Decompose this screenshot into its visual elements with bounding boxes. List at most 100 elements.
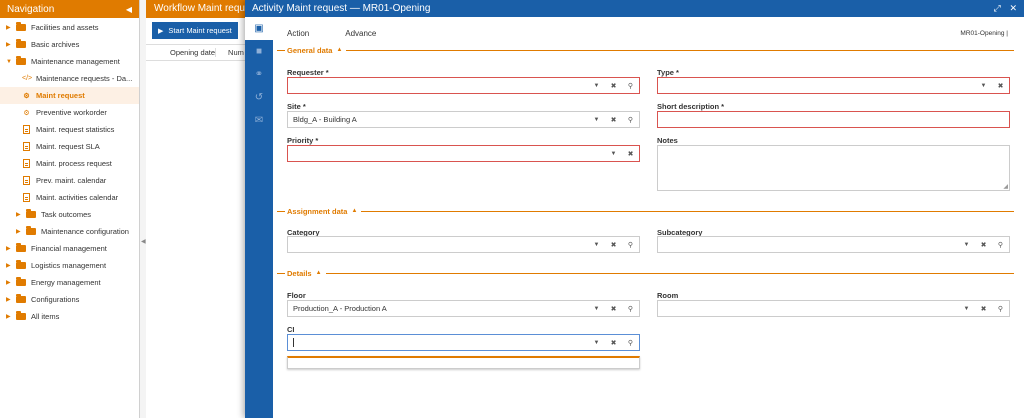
- notes-textarea[interactable]: ◢: [657, 145, 1010, 191]
- workflow-table-header: Opening date Num: [146, 44, 246, 61]
- type-combo[interactable]: ▼ ✖: [657, 77, 1010, 94]
- activity-modal: Activity Maint request — MR01-Opening ⤢ …: [245, 0, 1024, 418]
- chevron-right-icon[interactable]: ▶: [6, 245, 13, 252]
- nav-item-maint-request[interactable]: ⚙ Maint request: [0, 87, 139, 104]
- floor-combo[interactable]: Production_A - Production A ▼ ✖ ⚲: [287, 300, 640, 317]
- nav-item-facilities[interactable]: ▶ Facilities and assets: [0, 19, 139, 36]
- search-icon[interactable]: ⚲: [992, 305, 1009, 313]
- nav-item-financial-management[interactable]: ▶ Financial management: [0, 240, 139, 257]
- room-combo[interactable]: ▼ ✖ ⚲: [657, 300, 1010, 317]
- relations-tab-icon[interactable]: ⚭: [245, 63, 273, 86]
- search-icon[interactable]: ⚲: [622, 305, 639, 313]
- nav-item-basic-archives[interactable]: ▶ Basic archives: [0, 36, 139, 53]
- column-header-opening-date[interactable]: Opening date: [146, 48, 215, 57]
- chevron-right-icon[interactable]: ▶: [16, 228, 23, 235]
- nav-item-all-items[interactable]: ▶ All items: [0, 308, 139, 325]
- clear-icon[interactable]: ✖: [975, 305, 992, 313]
- chevron-down-icon[interactable]: ▼: [975, 83, 992, 89]
- chevron-down-icon[interactable]: ▼: [958, 306, 975, 312]
- clear-icon[interactable]: ✖: [992, 82, 1009, 90]
- history-tab-icon[interactable]: ↺: [245, 86, 273, 109]
- chevron-right-icon[interactable]: ▶: [6, 279, 13, 286]
- nav-item-configurations[interactable]: ▶ Configurations: [0, 291, 139, 308]
- chevron-down-icon[interactable]: ▼: [588, 340, 605, 346]
- start-maint-request-button[interactable]: ▶ Start Maint request: [152, 22, 238, 39]
- nav-item-energy-management[interactable]: ▶ Energy management: [0, 274, 139, 291]
- chevron-down-icon[interactable]: ▼: [605, 151, 622, 157]
- notes-label: Notes: [657, 136, 678, 145]
- nav-item-maint-process-request[interactable]: Maint. process request: [0, 155, 139, 172]
- notes-tab-icon[interactable]: ■: [245, 40, 273, 63]
- chevron-up-icon[interactable]: ▲: [316, 270, 322, 276]
- chevron-right-icon[interactable]: ▶: [6, 41, 13, 48]
- subcategory-combo[interactable]: ▼ ✖ ⚲: [657, 236, 1010, 253]
- chevron-down-icon[interactable]: ▼: [588, 83, 605, 89]
- search-icon[interactable]: ⚲: [622, 241, 639, 249]
- clear-icon[interactable]: ✖: [605, 82, 622, 90]
- clear-icon[interactable]: ✖: [605, 241, 622, 249]
- section-title: Details: [287, 268, 312, 278]
- column-header-number[interactable]: Num: [215, 48, 244, 57]
- nav-item-maintenance-configuration[interactable]: ▶ Maintenance configuration: [0, 223, 139, 240]
- chevron-right-icon[interactable]: ▶: [6, 313, 13, 320]
- ci-dropdown-list[interactable]: [287, 356, 640, 369]
- gear-icon: ⚙: [23, 92, 30, 100]
- section-assignment-data[interactable]: Assignment data ▲: [277, 206, 1014, 216]
- chevron-down-icon[interactable]: ▼: [588, 242, 605, 248]
- folder-icon: [26, 226, 36, 235]
- section-details[interactable]: Details ▲: [277, 268, 1014, 278]
- chevron-right-icon[interactable]: ▶: [6, 296, 13, 303]
- clear-icon[interactable]: ✖: [605, 116, 622, 124]
- maximize-icon[interactable]: ⤢: [993, 3, 1000, 13]
- short-description-input[interactable]: [657, 111, 1010, 128]
- search-icon[interactable]: ⚲: [992, 241, 1009, 249]
- clear-icon[interactable]: ✖: [622, 150, 639, 158]
- chevron-right-icon[interactable]: ▶: [6, 24, 13, 31]
- chevron-down-icon[interactable]: ▼: [6, 59, 13, 65]
- search-icon[interactable]: ⚲: [622, 116, 639, 124]
- report-icon: [23, 159, 30, 168]
- nav-item-task-outcomes[interactable]: ▶ Task outcomes: [0, 206, 139, 223]
- nav-item-prev-maint-calendar[interactable]: Prev. maint. calendar: [0, 172, 139, 189]
- nav-item-logistics-management[interactable]: ▶ Logistics management: [0, 257, 139, 274]
- modal-side-rail: ▣ ■ ⚭ ↺ ✉: [245, 17, 273, 418]
- chevron-down-icon[interactable]: ▼: [958, 242, 975, 248]
- tab-action[interactable]: Action: [287, 29, 309, 38]
- section-general-data[interactable]: General data ▲: [277, 45, 1014, 55]
- clear-icon[interactable]: ✖: [605, 339, 622, 347]
- email-tab-icon[interactable]: ✉: [245, 109, 273, 132]
- nav-item-maint-request-statistics[interactable]: Maint. request statistics: [0, 121, 139, 138]
- card-tab-icon[interactable]: ▣: [245, 17, 273, 40]
- text-cursor: [293, 338, 294, 347]
- navigation-panel: Navigation ◀ ▶ Facilities and assets ▶ Bas…: [0, 0, 140, 418]
- chevron-down-icon[interactable]: ▼: [588, 306, 605, 312]
- clear-icon[interactable]: ✖: [605, 305, 622, 313]
- category-combo[interactable]: ▼ ✖ ⚲: [287, 236, 640, 253]
- chevron-right-icon[interactable]: ▶: [6, 262, 13, 269]
- nav-item-maintenance-requests-dashboard[interactable]: </> Maintenance requests - Da...: [0, 70, 139, 87]
- tab-advance[interactable]: Advance: [345, 29, 376, 38]
- search-icon[interactable]: ⚲: [622, 82, 639, 90]
- modal-title: Activity Maint request — MR01-Opening: [252, 3, 431, 14]
- report-icon: [23, 193, 30, 202]
- chevron-right-icon[interactable]: ▶: [16, 211, 23, 218]
- chevron-down-icon[interactable]: ▼: [588, 117, 605, 123]
- clear-icon[interactable]: ✖: [975, 241, 992, 249]
- ci-combo[interactable]: ▼ ✖ ⚲: [287, 334, 640, 351]
- chevron-left-icon[interactable]: ◀: [126, 5, 132, 14]
- search-icon[interactable]: ⚲: [622, 339, 639, 347]
- chevron-up-icon[interactable]: ▲: [351, 208, 357, 214]
- nav-item-preventive-workorder[interactable]: ⚙ Preventive workorder: [0, 104, 139, 121]
- site-combo[interactable]: Bldg_A - Building A ▼ ✖ ⚲: [287, 111, 640, 128]
- nav-item-maint-activities-calendar[interactable]: Maint. activities calendar: [0, 189, 139, 206]
- requester-combo[interactable]: ▼ ✖ ⚲: [287, 77, 640, 94]
- chevron-up-icon[interactable]: ▲: [336, 47, 342, 53]
- resize-handle-icon[interactable]: ◢: [1003, 183, 1008, 190]
- priority-combo[interactable]: ▼ ✖: [287, 145, 640, 162]
- section-title: Assignment data: [287, 206, 348, 216]
- nav-item-maintenance-management[interactable]: ▼ Maintenance management: [0, 53, 139, 70]
- floor-value: Production_A - Production A: [293, 304, 387, 313]
- nav-item-maint-request-sla[interactable]: Maint. request SLA: [0, 138, 139, 155]
- chevron-left-icon[interactable]: ◀: [141, 238, 146, 245]
- close-icon[interactable]: ✕: [1009, 3, 1017, 13]
